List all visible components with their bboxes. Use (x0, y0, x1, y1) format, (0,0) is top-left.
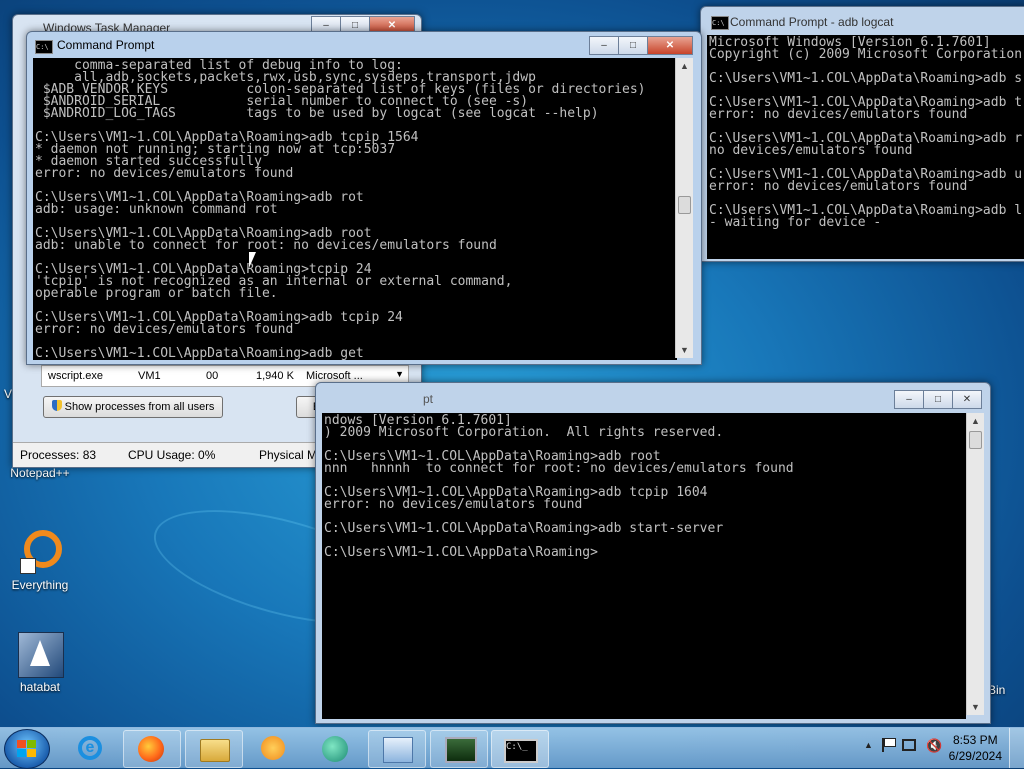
logcat-titlebar[interactable]: C:\ Command Prompt - adb logcat (701, 7, 1024, 33)
shield-icon (51, 400, 62, 411)
bottom-cmd-console[interactable]: ndows [Version 6.1.7601]) 2009 Microsoft… (322, 413, 966, 719)
maximize-button[interactable]: □ (923, 390, 953, 409)
show-all-processes-button[interactable]: Show processes from all users (43, 396, 223, 418)
console-line: C:\Users\VM1~1.COL\AppData\Roaming>adb s… (324, 521, 724, 536)
scroll-up-icon[interactable]: ▲ (967, 413, 984, 429)
bottom-cmd-window[interactable]: pt – □ ✕ ndows [Version 6.1.7601]) 2009 … (315, 382, 991, 724)
taskbar: e C:\_ ▲ 🔇 8:53 PM 6/29/2024 (0, 727, 1024, 769)
console-line: adb: unable to connect for root: no devi… (35, 238, 497, 253)
scroll-down-icon[interactable]: ▼ (676, 342, 693, 358)
logcat-title: Command Prompt - adb logcat (730, 15, 894, 29)
bottom-cmd-title: pt (423, 392, 434, 406)
system-tray: ▲ 🔇 8:53 PM 6/29/2024 (834, 728, 1024, 768)
scroll-down-icon[interactable]: ▼ (967, 699, 984, 715)
network-icon[interactable] (902, 739, 916, 751)
scroll-down-icon[interactable]: ▼ (395, 369, 404, 379)
main-cmd-window[interactable]: C:\ Command Prompt – □ ✕ comma-separated… (26, 31, 702, 365)
console-line: error: no devices/emulators found (35, 322, 294, 337)
console-line: nnn hnnnh to connect for root: no device… (324, 461, 794, 476)
process-user: VM1 (138, 370, 161, 382)
logcat-window[interactable]: C:\ Command Prompt - adb logcat Microsof… (700, 6, 1024, 262)
console-line: C:\Users\VM1~1.COL\AppData\Roaming>adb g… (35, 346, 364, 360)
everything-icon (16, 528, 64, 576)
minimize-button[interactable]: – (894, 390, 924, 409)
processes-count: Processes: 83 (20, 448, 97, 462)
desktop-icon-label: hatabat (19, 680, 61, 694)
taskbar-app-green[interactable] (307, 730, 363, 766)
taskbar-media-player[interactable] (246, 730, 302, 766)
desktop-icon-label: Everything (11, 578, 69, 592)
taskbar-control-panel[interactable] (368, 730, 426, 768)
bottom-cmd-titlebar[interactable]: pt – □ ✕ (316, 383, 990, 409)
cpu-usage: CPU Usage: 0% (128, 448, 216, 462)
taskbar-firefox[interactable] (123, 730, 181, 768)
main-cmd-controls: – □ ✕ (589, 36, 693, 55)
close-button[interactable]: ✕ (647, 36, 693, 55)
console-line: no devices/emulators found (709, 143, 913, 158)
monitor-icon (445, 737, 477, 763)
console-line: error: no devices/emulators found (324, 497, 583, 512)
scroll-thumb[interactable] (969, 431, 982, 449)
console-line: $ANDROID_LOG_TAGS tags to be used by log… (35, 106, 599, 121)
clock-time: 8:53 PM (952, 733, 998, 747)
console-line: C:\Users\VM1~1.COL\AppData\Roaming> (324, 545, 598, 560)
taskbar-file-explorer[interactable] (185, 730, 243, 768)
scroll-up-icon[interactable]: ▲ (676, 58, 693, 74)
cmd-icon: C:\ (711, 16, 729, 30)
bottom-cmd-scrollbar[interactable]: ▲ ▼ (966, 413, 984, 715)
taskbar-command-prompt[interactable]: C:\_ (491, 730, 549, 768)
cmd-icon: C:\ (35, 40, 53, 54)
console-line: error: no devices/emulators found (35, 166, 294, 181)
internet-explorer-icon: e (78, 736, 102, 760)
desktop-icon-label: Notepad++ (10, 466, 70, 480)
main-cmd-title: Command Prompt (57, 38, 155, 52)
desktop-icon-notepadpp[interactable]: Notepad++ (2, 466, 78, 480)
logcat-console[interactable]: Microsoft Windows [Version 6.1.7601] Copy… (707, 35, 1024, 259)
desktop-icon-hatabat[interactable]: hatabat (2, 630, 78, 694)
show-desktop-button[interactable] (1009, 728, 1024, 768)
bottom-cmd-controls: – □ ✕ (894, 390, 982, 409)
console-line: error: no devices/emulators found (709, 179, 968, 194)
console-line: operable program or batch file. (35, 286, 278, 301)
folder-icon (200, 739, 230, 762)
main-cmd-titlebar[interactable]: C:\ Command Prompt – □ ✕ (27, 32, 701, 58)
desktop-icon-everything[interactable]: Everything (2, 528, 78, 592)
green-app-icon (322, 736, 348, 762)
console-line: adb: usage: unknown command rot (35, 202, 278, 217)
process-memory: 1,940 K (256, 370, 294, 382)
scroll-thumb[interactable] (678, 196, 691, 214)
firefox-icon (138, 736, 164, 762)
show-hidden-icons-icon[interactable]: ▲ (864, 740, 873, 750)
console-line: Copyright (c) 2009 Microsoft Corporation (709, 47, 1023, 62)
show-all-processes-label: Show processes from all users (64, 401, 215, 413)
minimize-button[interactable]: – (589, 36, 619, 55)
clock[interactable]: 8:53 PM 6/29/2024 (949, 732, 1002, 764)
main-cmd-scrollbar[interactable]: ▲ ▼ (675, 58, 693, 358)
process-cpu: 00 (206, 370, 219, 382)
volume-muted-icon[interactable]: 🔇 (926, 738, 942, 754)
close-button[interactable]: ✕ (952, 390, 982, 409)
maximize-button[interactable]: □ (618, 36, 648, 55)
windows-logo-icon (17, 740, 37, 758)
control-panel-icon (383, 737, 413, 763)
media-player-icon (261, 736, 285, 760)
console-line: ) 2009 Microsoft Corporation. All rights… (324, 425, 724, 440)
start-button[interactable] (4, 729, 50, 769)
command-prompt-icon: C:\_ (504, 739, 538, 763)
taskbar-monitor-app[interactable] (430, 730, 488, 768)
desktop-partial-label: V (4, 387, 13, 401)
process-description: Microsoft ... (306, 370, 363, 382)
process-name: wscript.exe (48, 370, 104, 382)
main-cmd-console[interactable]: comma-separated list of debug info to lo… (33, 58, 677, 360)
taskbar-internet-explorer[interactable]: e (62, 730, 118, 766)
console-line: C:\Users\VM1~1.COL\AppData\Roaming>adb s (709, 71, 1023, 86)
mouse-cursor-icon (249, 252, 256, 268)
clock-date: 6/29/2024 (948, 749, 1002, 763)
action-center-flag-icon[interactable] (882, 738, 896, 752)
console-line: - waiting for device - (709, 215, 882, 230)
hatabat-icon (16, 630, 64, 678)
console-line: error: no devices/emulators found (709, 107, 968, 122)
